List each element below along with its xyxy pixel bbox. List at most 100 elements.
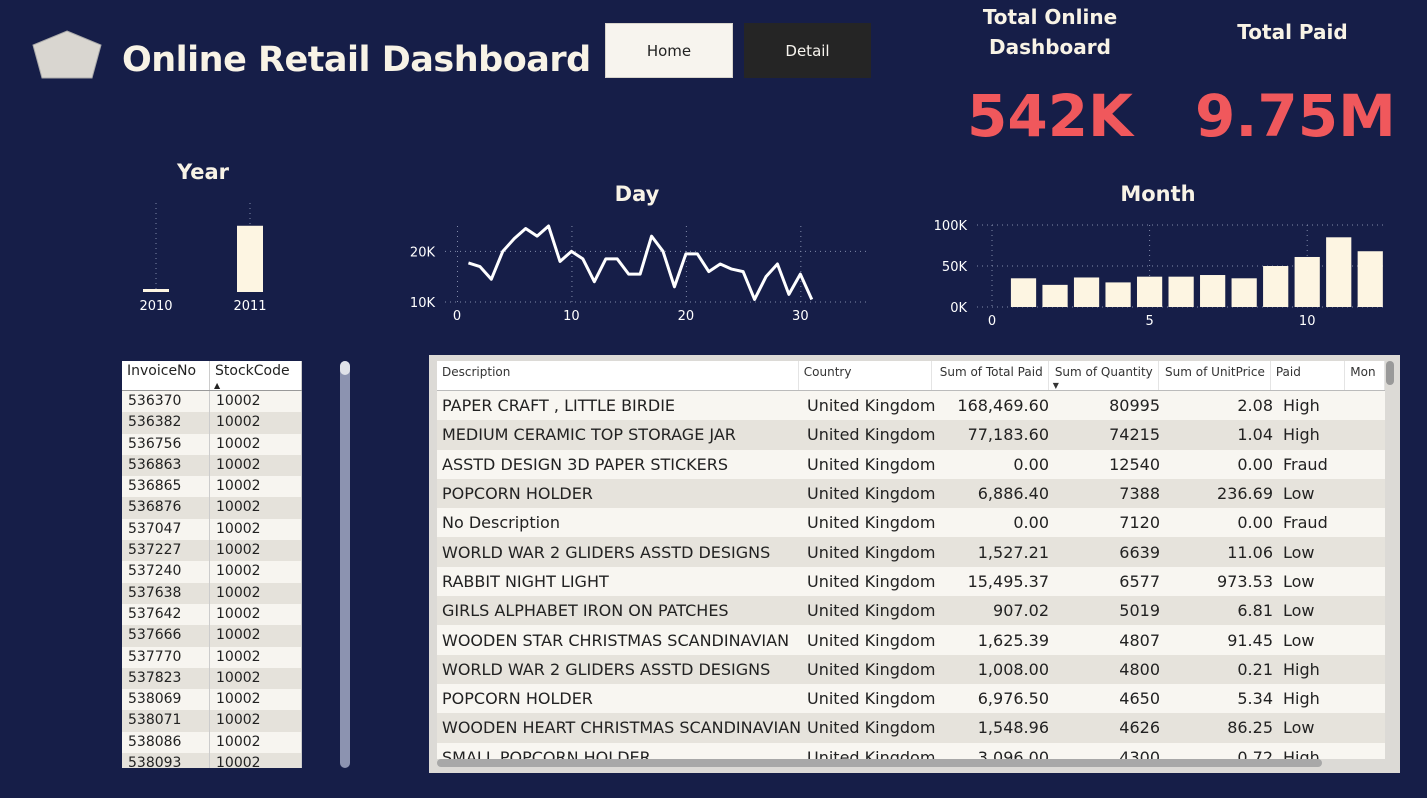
table-row[interactable]: 536382 10002 xyxy=(122,412,302,434)
column-header-unitprice[interactable]: Sum of UnitPrice xyxy=(1159,361,1271,390)
table-row[interactable]: 536863 10002 xyxy=(122,454,302,477)
x-tick-label: 10 xyxy=(1299,314,1316,329)
month-bar xyxy=(1105,282,1131,307)
quantity-cell: 74215 xyxy=(1109,425,1160,445)
table-row[interactable]: 537770 10002 xyxy=(122,646,302,668)
invoiceno-cell: 537642 xyxy=(122,603,210,626)
table-row[interactable]: 538093 10002 xyxy=(122,753,302,768)
table-row[interactable]: 537666 10002 xyxy=(122,625,302,647)
quantity-cell: 6577 xyxy=(1119,571,1160,591)
stockcode-cell: 10002 xyxy=(210,391,302,413)
stockcode-cell: 10002 xyxy=(210,518,302,541)
table-row[interactable]: 538069 10002 xyxy=(122,689,302,711)
table-row[interactable]: 536876 10002 xyxy=(122,497,302,519)
column-header-mon[interactable]: Mon xyxy=(1345,361,1385,390)
invoice-table-scroll-thumb[interactable] xyxy=(340,361,350,375)
year-chart-title: Year xyxy=(176,160,230,184)
paid-cell: High xyxy=(1283,659,1320,679)
month-bar xyxy=(1263,266,1289,307)
month-bar xyxy=(1294,256,1320,307)
stockcode-cell: 10002 xyxy=(210,753,302,768)
invoiceno-cell: 537666 xyxy=(122,625,210,647)
table-row[interactable]: 537638 10002 xyxy=(122,582,302,604)
y-tick-label: 100K xyxy=(934,219,968,234)
total-paid-cell: 6,976.50 xyxy=(977,689,1049,709)
product-table-vscrollbar[interactable] xyxy=(1386,361,1394,385)
table-row[interactable]: RABBIT NIGHT LIGHT United Kingdom 15,495.3… xyxy=(437,566,1385,597)
quantity-cell: 80995 xyxy=(1109,396,1160,416)
paid-cell: High xyxy=(1283,396,1320,416)
table-row[interactable]: GIRLS ALPHABET IRON ON PATCHES United Kin… xyxy=(437,596,1385,626)
month-chart[interactable]: 0K 50K 100K 0 5 10 xyxy=(925,210,1395,335)
description-cell: POPCORN HOLDER xyxy=(442,484,593,504)
unitprice-cell: 6.81 xyxy=(1237,601,1273,621)
unitprice-cell: 91.45 xyxy=(1227,630,1273,650)
day-chart[interactable]: 20K 10K 0 10 20 30 xyxy=(400,210,875,330)
unitprice-cell: 1.04 xyxy=(1237,425,1273,445)
detail-button[interactable]: Detail xyxy=(744,23,871,78)
table-row[interactable]: 536756 10002 xyxy=(122,433,302,455)
table-row[interactable]: 538086 10002 xyxy=(122,731,302,754)
table-row[interactable]: POPCORN HOLDER United Kingdom 6,976.50 4650… xyxy=(437,683,1385,714)
column-header-description[interactable]: Description xyxy=(437,361,799,390)
table-row[interactable]: SMALL POPCORN HOLDER United Kingdom 3,096.… xyxy=(437,742,1385,759)
stockcode-cell: 10002 xyxy=(210,561,302,583)
table-row[interactable]: WOODEN HEART CHRISTMAS SCANDINAVIAN Unite… xyxy=(437,713,1385,743)
month-bar xyxy=(1231,278,1257,307)
column-header-stockcode[interactable]: StockCode ▲ xyxy=(210,361,302,390)
sort-ascending-icon: ▲ xyxy=(214,381,221,390)
product-table-hscrollbar[interactable] xyxy=(437,759,1322,767)
table-row[interactable]: 537047 10002 xyxy=(122,518,302,541)
invoice-table-scrollbar[interactable] xyxy=(340,361,350,768)
table-row[interactable]: 537823 10002 xyxy=(122,667,302,690)
table-row[interactable]: No Description United Kingdom 0.00 7120 0.00… xyxy=(437,508,1385,538)
table-row[interactable]: 536865 10002 xyxy=(122,476,302,498)
month-bar xyxy=(1326,237,1352,307)
quantity-cell: 4800 xyxy=(1119,659,1160,679)
table-row[interactable]: WOODEN STAR CHRISTMAS SCANDINAVIAN United… xyxy=(437,625,1385,655)
table-row[interactable]: 538071 10002 xyxy=(122,710,302,732)
table-row[interactable]: MEDIUM CERAMIC TOP STORAGE JAR United Kin… xyxy=(437,420,1385,450)
page-title: Online Retail Dashboard xyxy=(122,40,591,80)
quantity-cell: 7120 xyxy=(1119,513,1160,533)
home-button[interactable]: Home xyxy=(605,23,733,78)
quantity-cell: 4650 xyxy=(1119,689,1160,709)
table-row[interactable]: 537240 10002 xyxy=(122,561,302,583)
stockcode-cell: 10002 xyxy=(210,710,302,732)
table-row[interactable]: WORLD WAR 2 GLIDERS ASSTD DESIGNS United … xyxy=(437,537,1385,567)
paid-cell: High xyxy=(1283,425,1320,445)
unitprice-cell: 0.72 xyxy=(1237,747,1273,759)
quantity-cell: 6639 xyxy=(1119,542,1160,562)
x-tick-label: 0 xyxy=(988,314,996,329)
table-row[interactable]: 537642 10002 xyxy=(122,603,302,626)
column-header-paid[interactable]: Paid xyxy=(1271,361,1346,390)
table-row[interactable]: ASSTD DESIGN 3D PAPER STICKERS United Kin… xyxy=(437,449,1385,479)
year-chart[interactable]: 2010 2011 xyxy=(125,195,295,320)
product-table[interactable]: Description Country Sum of Total Paid Su… xyxy=(429,355,1400,773)
column-header-invoiceno[interactable]: InvoiceNo xyxy=(122,361,210,390)
kpi-total-online-label-line2: Dashboard xyxy=(989,35,1111,59)
description-cell: ASSTD DESIGN 3D PAPER STICKERS xyxy=(442,454,729,474)
description-cell: PAPER CRAFT , LITTLE BIRDIE xyxy=(442,396,676,416)
table-row[interactable]: WORLD WAR 2 GLIDERS ASSTD DESIGNS United … xyxy=(437,654,1385,684)
table-row[interactable]: 536370 10002 xyxy=(122,391,302,413)
column-header-country[interactable]: Country xyxy=(799,361,932,390)
month-bar xyxy=(1136,276,1163,307)
country-cell: United Kingdom xyxy=(807,484,936,504)
description-cell: GIRLS ALPHABET IRON ON PATCHES xyxy=(442,601,729,621)
column-header-quantity[interactable]: Sum of Quantity ▼ xyxy=(1049,361,1159,390)
invoiceno-cell: 538071 xyxy=(122,710,210,732)
invoice-table[interactable]: InvoiceNo StockCode ▲ 536370 10002 536382 1… xyxy=(122,361,302,768)
paid-cell: High xyxy=(1283,689,1320,709)
total-paid-cell: 0.00 xyxy=(1013,454,1049,474)
column-header-total-paid[interactable]: Sum of Total Paid xyxy=(932,361,1049,390)
table-row[interactable]: 537227 10002 xyxy=(122,540,302,562)
table-row[interactable]: PAPER CRAFT , LITTLE BIRDIE United Kingdo… xyxy=(437,391,1385,421)
kpi-total-online-value: 542K xyxy=(966,82,1133,150)
table-row[interactable]: POPCORN HOLDER United Kingdom 6,886.40 7388… xyxy=(437,478,1385,509)
stockcode-cell: 10002 xyxy=(210,497,302,519)
stockcode-cell: 10002 xyxy=(210,646,302,668)
stockcode-cell: 10002 xyxy=(210,667,302,690)
product-table-header: Description Country Sum of Total Paid Su… xyxy=(437,361,1385,391)
invoiceno-cell: 538086 xyxy=(122,731,210,754)
